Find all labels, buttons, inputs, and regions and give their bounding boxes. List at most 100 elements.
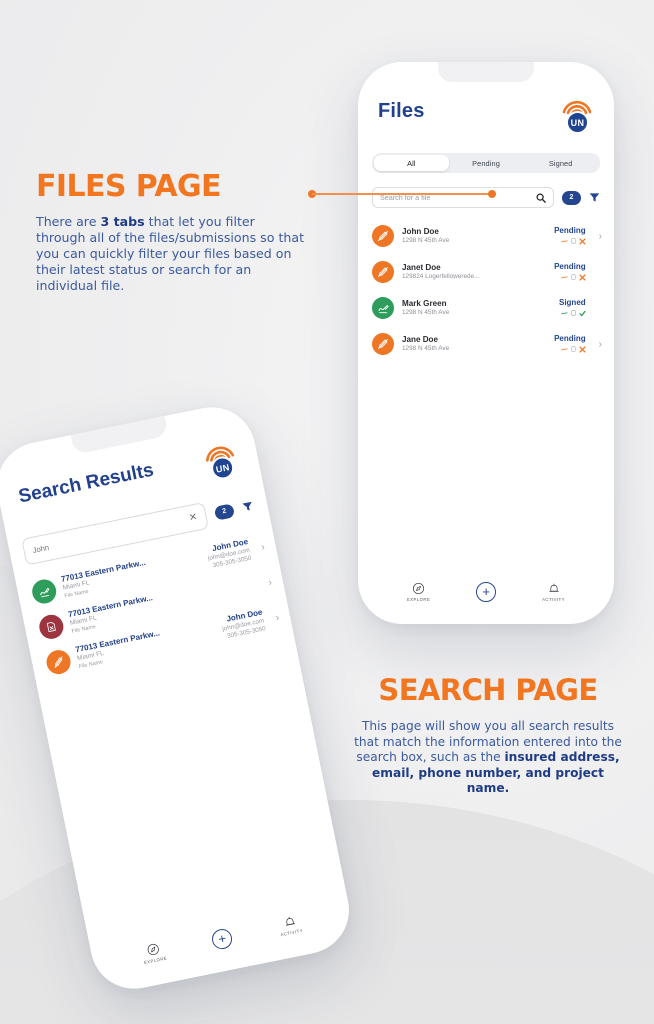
filter-funnel-icon[interactable]	[589, 192, 600, 203]
signature-icon	[560, 276, 568, 279]
filter-count-badge[interactable]: 2	[213, 502, 236, 521]
status-badge: Pending	[554, 334, 586, 344]
plus-circle-icon[interactable]: +	[210, 927, 235, 951]
table-row[interactable]: Mark Green 1298 N 45th Ave Signed ›	[358, 290, 614, 326]
row-address: 1298 N 45th Ave	[402, 308, 450, 316]
nav-item-activity[interactable]: ACTIVITY	[277, 913, 303, 937]
status-badge: Signed	[558, 298, 586, 308]
document-icon	[570, 310, 576, 316]
status-badge: Pending	[554, 226, 586, 236]
annotation-files-body-part1: There are	[36, 214, 101, 229]
nav-label-explore: EXPLORE	[143, 955, 168, 966]
chevron-right-icon[interactable]: ›	[268, 577, 273, 588]
row-mini-icons	[554, 238, 586, 245]
close-x-icon[interactable]: ✕	[188, 512, 198, 524]
files-tabs: All Pending Signed	[372, 153, 600, 173]
x-mark-icon	[579, 346, 586, 353]
search-phone-mockup: Search Results UN John ✕ 2 77013 Eastern…	[0, 399, 357, 997]
filter-count-badge[interactable]: 2	[562, 190, 581, 205]
status-avatar	[372, 333, 394, 355]
tab-signed[interactable]: Signed	[523, 155, 598, 171]
nav-item-add[interactable]: +	[210, 927, 235, 951]
chevron-right-icon[interactable]: ›	[599, 339, 602, 350]
status-avatar	[44, 648, 73, 677]
annotation-files-page: FILES PAGE There are 3 tabs that let you…	[36, 172, 308, 295]
signature-pen-icon	[377, 304, 389, 313]
annotation-search-page: SEARCH PAGE This page will show you all …	[352, 676, 624, 797]
table-row[interactable]: Janet Doe 129824 Logerfellowerede... Pen…	[358, 254, 614, 290]
nav-item-add[interactable]: +	[476, 582, 497, 602]
avatar: UN	[566, 111, 589, 134]
page-title: Search Results	[16, 459, 156, 508]
filter-funnel-icon[interactable]	[241, 500, 254, 513]
nav-label-activity: ACTIVITY	[542, 597, 565, 602]
bottom-navigation: EXPLORE + ACTIVITY	[358, 570, 614, 624]
files-list: John Doe 1298 N 45th Ave Pending › Janet…	[358, 218, 614, 362]
row-text: John Doe 1298 N 45th Ave	[402, 227, 546, 245]
page-title: Files	[378, 100, 425, 122]
files-phone-mockup: Files UN All Pending Signed Search for a…	[358, 62, 614, 624]
row-status-block: Signed	[558, 298, 586, 317]
signature-pen-icon	[39, 587, 49, 597]
row-address: 129824 Logerfellowerede...	[402, 272, 480, 280]
search-phone-container: Search Results UN John ✕ 2 77013 Eastern…	[0, 399, 357, 1008]
row-mini-icons	[554, 346, 586, 353]
brand-logo[interactable]: UN	[560, 100, 594, 136]
x-mark-icon	[579, 238, 586, 245]
row-text: Jane Doe 1298 N 45th Ave	[402, 335, 546, 353]
chevron-right-icon[interactable]: ›	[260, 541, 265, 552]
row-status-block: Pending	[554, 334, 586, 353]
bottom-navigation: EXPLORE + ACTIVITY	[89, 891, 357, 996]
document-x-icon	[46, 622, 56, 633]
pen-slash-icon	[378, 339, 388, 349]
chevron-right-icon[interactable]: ›	[599, 231, 602, 242]
nav-label-activity: ACTIVITY	[280, 927, 304, 938]
annotation-files-body: There are 3 tabs that let you filter thr…	[36, 214, 308, 295]
signature-icon	[560, 312, 568, 315]
x-mark-icon	[579, 274, 586, 281]
table-row[interactable]: Jane Doe 1298 N 45th Ave Pending ›	[358, 326, 614, 362]
connector-line	[308, 190, 496, 198]
connector-line-stroke	[312, 193, 492, 195]
plus-circle-icon[interactable]: +	[476, 582, 497, 602]
annotation-files-heading: FILES PAGE	[36, 169, 221, 204]
nav-item-activity[interactable]: ACTIVITY	[542, 582, 565, 602]
document-icon	[570, 346, 576, 352]
nav-label-explore: EXPLORE	[406, 597, 431, 602]
pen-slash-icon	[54, 656, 63, 669]
status-avatar	[30, 577, 59, 606]
nav-item-explore[interactable]: EXPLORE	[407, 582, 430, 602]
row-name: John Doe	[402, 226, 439, 236]
signature-icon	[560, 348, 568, 351]
document-icon	[570, 238, 576, 244]
chevron-right-icon[interactable]: ›	[275, 612, 280, 623]
brand-logo[interactable]: UN	[201, 443, 241, 485]
status-avatar	[372, 225, 394, 247]
annotation-files-body-bold: 3 tabs	[100, 214, 145, 229]
search-icon[interactable]	[536, 193, 546, 203]
row-name: Janet Doe	[402, 262, 441, 272]
connector-dot-right	[488, 190, 496, 198]
signature-icon	[560, 240, 568, 243]
status-badge: Pending	[554, 262, 586, 272]
result-contact: John Doe john@doe.com 305-305-3050	[205, 537, 252, 571]
tab-pending[interactable]: Pending	[449, 155, 524, 171]
pen-slash-icon	[378, 231, 388, 241]
row-status-block: Pending	[554, 226, 586, 245]
row-name: Mark Green	[402, 298, 447, 308]
tab-all[interactable]: All	[374, 155, 449, 171]
bell-icon	[548, 583, 559, 592]
row-address: 1298 N 45th Ave	[402, 344, 450, 352]
row-name: Jane Doe	[402, 334, 438, 344]
row-text: Janet Doe 129824 Logerfellowerede...	[402, 263, 546, 281]
table-row[interactable]: John Doe 1298 N 45th Ave Pending ›	[358, 218, 614, 254]
annotation-search-heading: SEARCH PAGE	[378, 673, 598, 707]
row-status-block: Pending	[554, 262, 586, 281]
phone-notch	[438, 62, 534, 82]
nav-item-explore[interactable]: EXPLORE	[141, 941, 168, 966]
check-icon	[579, 310, 586, 317]
annotation-search-body: This page will show you all search resul…	[352, 719, 624, 797]
compass-icon	[147, 943, 159, 956]
row-mini-icons	[554, 274, 586, 281]
status-avatar	[372, 297, 394, 319]
